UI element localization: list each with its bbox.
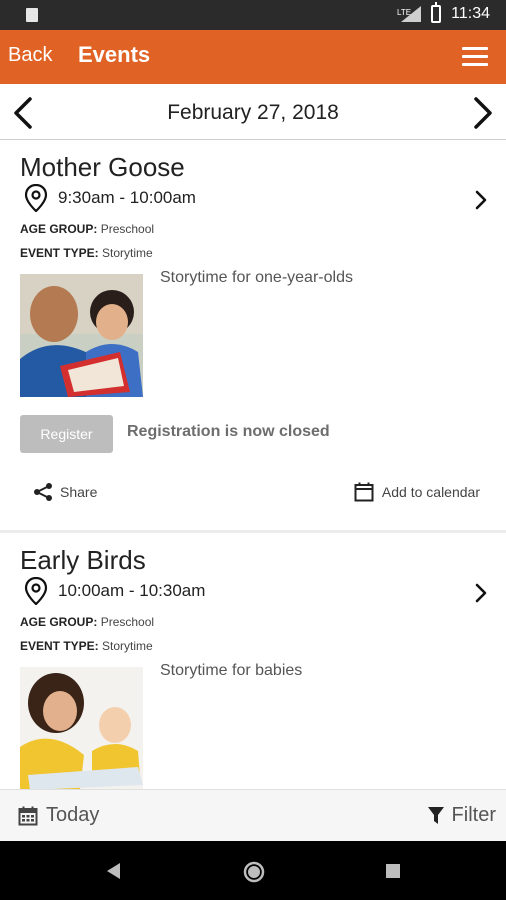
location-pin-icon bbox=[24, 184, 48, 212]
event-type-value: Storytime bbox=[102, 639, 153, 653]
chevron-right-icon[interactable] bbox=[474, 190, 488, 210]
event-title: Mother Goose bbox=[20, 152, 185, 182]
event-time-row: 9:30am - 10:00am bbox=[24, 184, 196, 212]
filter-icon bbox=[427, 806, 444, 824]
page-title: Events bbox=[78, 42, 151, 67]
event-type: EVENT TYPE: Storytime bbox=[20, 639, 153, 653]
clock: 11:34 bbox=[451, 5, 490, 22]
share-label: Share bbox=[60, 484, 98, 500]
event-description: Storytime for babies bbox=[160, 662, 303, 679]
age-group-value: Preschool bbox=[100, 615, 155, 629]
today-button[interactable]: Today bbox=[18, 804, 99, 827]
home-circle-icon[interactable] bbox=[243, 861, 265, 883]
app-header: Back Events bbox=[0, 30, 506, 84]
event-card[interactable]: Early Birds 10:00am - 10:30am AGE GROUP:… bbox=[0, 533, 506, 789]
recents-square-icon[interactable] bbox=[385, 863, 401, 879]
age-group-label: AGE GROUP: bbox=[20, 222, 98, 236]
share-icon bbox=[34, 483, 52, 501]
age-group-value: Preschool bbox=[100, 222, 155, 236]
date-navigator: February 27, 2018 bbox=[0, 84, 506, 140]
event-title: Early Birds bbox=[20, 545, 146, 575]
today-label: Today bbox=[46, 804, 100, 826]
event-image bbox=[20, 667, 143, 789]
back-button[interactable]: Back bbox=[8, 44, 52, 67]
chevron-right-icon[interactable] bbox=[474, 583, 488, 603]
calendar-icon bbox=[354, 482, 374, 502]
filter-button[interactable]: Filter bbox=[427, 804, 496, 827]
event-time-row: 10:00am - 10:30am bbox=[24, 577, 205, 605]
event-type-value: Storytime bbox=[102, 246, 153, 260]
event-description: Storytime for one-year-olds bbox=[160, 269, 353, 286]
calendar-icon bbox=[18, 806, 38, 825]
event-type: EVENT TYPE: Storytime bbox=[20, 246, 153, 260]
system-navigation-bar bbox=[0, 841, 506, 900]
share-button[interactable]: Share bbox=[32, 482, 97, 502]
age-group: AGE GROUP: Preschool bbox=[20, 615, 154, 629]
chevron-right-icon[interactable] bbox=[470, 96, 496, 130]
event-time: 9:30am - 10:00am bbox=[58, 188, 196, 207]
event-card[interactable]: Mother Goose 9:30am - 10:00am AGE GROUP:… bbox=[0, 140, 506, 530]
event-time: 10:00am - 10:30am bbox=[58, 581, 206, 600]
back-triangle-icon[interactable] bbox=[104, 861, 122, 881]
event-type-label: EVENT TYPE: bbox=[20, 246, 99, 260]
age-group-label: AGE GROUP: bbox=[20, 615, 98, 629]
filter-label: Filter bbox=[451, 804, 496, 826]
sim-card-icon bbox=[26, 8, 38, 22]
event-image bbox=[20, 274, 143, 397]
age-group: AGE GROUP: Preschool bbox=[20, 222, 154, 236]
bottom-toolbar: Today Filter bbox=[0, 789, 506, 842]
add-to-calendar-button[interactable]: Add to calendar bbox=[354, 482, 480, 502]
lte-signal-icon: LTE bbox=[397, 6, 422, 22]
registration-status: Registration is now closed bbox=[127, 423, 330, 440]
battery-icon bbox=[431, 2, 442, 23]
status-bar: LTE 11:34 bbox=[0, 0, 506, 30]
register-button[interactable]: Register bbox=[20, 415, 113, 453]
event-type-label: EVENT TYPE: bbox=[20, 639, 99, 653]
location-pin-icon bbox=[24, 577, 48, 605]
add-to-calendar-label: Add to calendar bbox=[381, 484, 480, 500]
svg-text:LTE: LTE bbox=[397, 8, 411, 17]
status-right: LTE 11:34 bbox=[397, 2, 490, 23]
hamburger-menu-icon[interactable] bbox=[462, 47, 488, 67]
current-date: February 27, 2018 bbox=[167, 101, 339, 124]
